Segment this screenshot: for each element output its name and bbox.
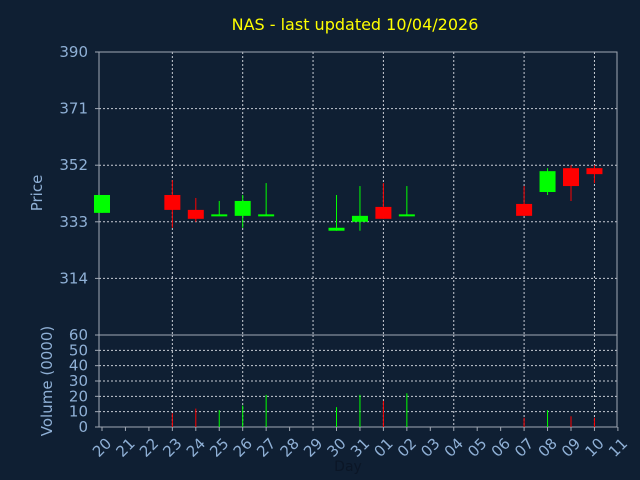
candle-body bbox=[328, 227, 345, 231]
candle-body bbox=[94, 194, 110, 213]
candle-body bbox=[234, 200, 251, 216]
candle-body bbox=[563, 168, 579, 187]
candle-body bbox=[539, 171, 556, 193]
candle-body bbox=[586, 168, 603, 175]
price-axis-label: Price bbox=[28, 175, 46, 212]
volume-tick-label: 50 bbox=[69, 341, 88, 359]
candlestick-chart: NAS - last updated 10/04/2026 314 333 352 3… bbox=[0, 0, 640, 480]
volume-tick-label: 60 bbox=[69, 326, 88, 344]
volume-tick-label: 30 bbox=[69, 372, 88, 390]
candle-body bbox=[398, 214, 415, 217]
volume-tick-label: 40 bbox=[69, 357, 88, 375]
candle-body bbox=[258, 214, 275, 217]
chart-background bbox=[0, 0, 640, 480]
volume-axis-label: Volume (0000) bbox=[38, 326, 56, 436]
candle-body bbox=[164, 194, 181, 210]
candle-body bbox=[187, 209, 204, 219]
price-tick-label: 352 bbox=[59, 156, 88, 174]
price-tick-label: 390 bbox=[59, 43, 88, 61]
candle-body bbox=[516, 203, 533, 216]
candle-body bbox=[375, 206, 392, 219]
volume-tick-label: 0 bbox=[78, 418, 88, 436]
candle-body bbox=[211, 214, 228, 217]
volume-tick-label: 10 bbox=[69, 403, 88, 421]
price-tick-label: 371 bbox=[59, 100, 88, 118]
price-tick-label: 314 bbox=[59, 269, 88, 287]
candle-body bbox=[351, 215, 368, 222]
price-tick-label: 333 bbox=[59, 213, 88, 231]
chart-title: NAS - last updated 10/04/2026 bbox=[232, 15, 479, 34]
volume-tick-label: 20 bbox=[69, 387, 88, 405]
x-axis-label: Day bbox=[334, 459, 362, 475]
